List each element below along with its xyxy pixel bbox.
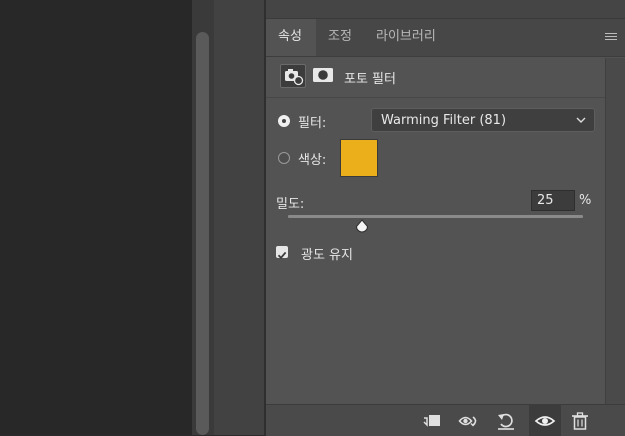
view-previous-state-icon[interactable]	[458, 411, 480, 431]
filter-select-value: Warming Filter (81)	[381, 113, 507, 128]
tab-properties[interactable]: 속성	[266, 19, 316, 56]
density-input[interactable]: 25	[531, 190, 575, 211]
checkmark-icon	[277, 251, 287, 260]
density-label: 밀도:	[276, 197, 305, 212]
clip-to-layer-icon[interactable]	[421, 411, 443, 431]
filter-label: 필터:	[298, 116, 327, 131]
density-slider-track[interactable]	[288, 215, 583, 218]
filter-radio[interactable]	[278, 115, 290, 127]
trash-icon[interactable]	[569, 411, 591, 431]
panel-scroll-strip	[605, 58, 625, 435]
preserve-luminosity-label: 광도 유지	[301, 248, 353, 263]
layer-mask-icon[interactable]	[312, 66, 334, 84]
panel-gutter	[214, 0, 264, 435]
tab-libraries[interactable]: 라이브러리	[364, 19, 450, 56]
properties-panel: 속성 조정 라이브러리 포토 필터 필터: Warming Filter (81…	[266, 0, 625, 436]
visibility-eye-icon[interactable]	[534, 411, 556, 431]
panel-tabs: 속성 조정 라이브러리	[266, 19, 625, 57]
filter-select[interactable]: Warming Filter (81)	[371, 108, 595, 132]
panel-top-bar	[266, 0, 625, 19]
document-canvas-area	[0, 0, 192, 435]
tab-adjustments[interactable]: 조정	[316, 19, 364, 56]
panel-bottom-toolbar	[266, 404, 625, 436]
scrollbar-thumb[interactable]	[196, 32, 209, 435]
color-radio[interactable]	[278, 152, 290, 164]
chevron-down-icon	[576, 117, 586, 123]
density-unit: %	[579, 193, 592, 208]
density-slider-thumb[interactable]	[355, 219, 369, 233]
reset-icon[interactable]	[495, 411, 517, 431]
adjustment-type-row: 포토 필터	[266, 57, 605, 98]
adjustment-layer-camera-icon[interactable]	[280, 64, 306, 88]
hamburger-icon[interactable]	[605, 33, 617, 42]
preserve-luminosity-checkbox[interactable]	[276, 246, 288, 260]
color-swatch[interactable]	[340, 139, 378, 177]
adjustment-title: 포토 필터	[344, 72, 396, 87]
color-label: 색상:	[298, 153, 327, 168]
